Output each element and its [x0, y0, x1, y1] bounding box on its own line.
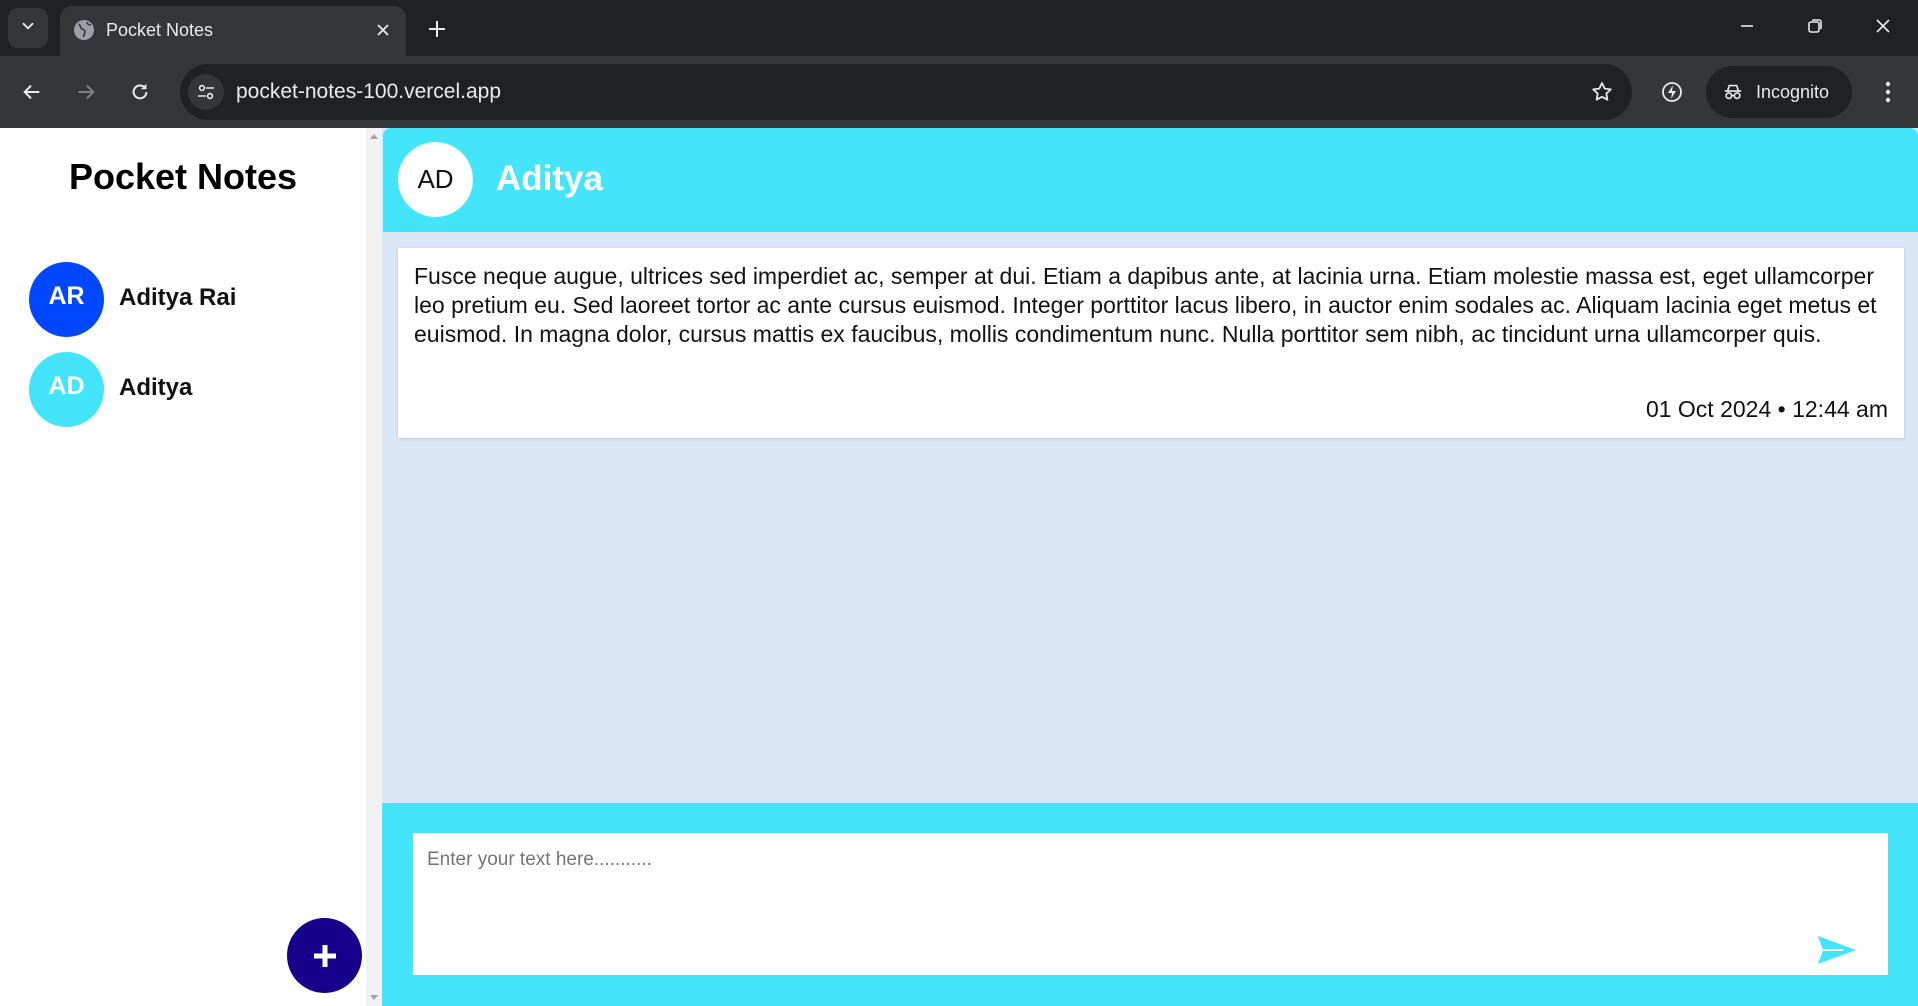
- browser-tab[interactable]: Pocket Notes: [60, 6, 406, 56]
- incognito-icon: [1724, 84, 1742, 100]
- browser-menu-button[interactable]: [1868, 72, 1908, 112]
- group-item-aditya-rai[interactable]: AR Aditya Rai: [0, 254, 366, 342]
- restore-button[interactable]: [1782, 0, 1848, 52]
- close-icon: [377, 24, 389, 36]
- sidebar-scrollbar[interactable]: [366, 128, 382, 1006]
- plus-icon: [429, 21, 445, 37]
- send-button[interactable]: [1814, 931, 1860, 969]
- group-name: Aditya Rai: [119, 284, 237, 311]
- minimize-button[interactable]: [1714, 0, 1780, 52]
- extension-button[interactable]: [1652, 72, 1692, 112]
- chevron-down-icon: [19, 17, 37, 40]
- new-tab-button[interactable]: [420, 12, 454, 46]
- back-button[interactable]: [12, 72, 52, 112]
- browser-toolbar: pocket-notes-100.vercel.app Incognito: [0, 56, 1918, 128]
- tab-close-button[interactable]: [370, 17, 396, 43]
- forward-button[interactable]: [66, 72, 106, 112]
- lightning-icon: [1662, 82, 1682, 102]
- note-date: 01 Oct 2024: [1645, 396, 1772, 422]
- note-card: Fusce neque augue, ultrices sed imperdie…: [398, 248, 1904, 438]
- note-separator: •: [1777, 396, 1786, 422]
- pocket-notes-app: Pocket Notes AR Aditya Rai AD Aditya AD …: [0, 128, 1918, 1006]
- sidebar: Pocket Notes AR Aditya Rai AD Aditya: [0, 128, 366, 1006]
- tab-search-button[interactable]: [8, 8, 48, 48]
- active-group-avatar: AD: [398, 142, 473, 217]
- close-window-button[interactable]: [1850, 0, 1916, 52]
- scroll-down-arrow-icon[interactable]: [370, 995, 378, 1000]
- more-vert-icon: [1885, 81, 1891, 103]
- group-avatar: AD: [29, 352, 104, 427]
- note-input[interactable]: [413, 833, 1888, 975]
- url-text: pocket-notes-100.vercel.app: [236, 80, 501, 103]
- note-composer: [382, 803, 1918, 1006]
- app-title: Pocket Notes: [68, 156, 298, 197]
- address-bar[interactable]: pocket-notes-100.vercel.app: [180, 64, 1632, 120]
- note-timestamp: 01 Oct 2024 • 12:44 am: [1646, 396, 1888, 423]
- note-text: Fusce neque augue, ultrices sed imperdie…: [414, 263, 1877, 347]
- reload-button[interactable]: [120, 72, 160, 112]
- note-time: 12:44 am: [1792, 396, 1888, 422]
- notes-panel: AD Aditya Fusce neque augue, ultrices se…: [382, 128, 1918, 1006]
- restore-icon: [1808, 19, 1822, 33]
- tune-icon: [198, 84, 214, 100]
- bookmark-button[interactable]: [1588, 78, 1616, 106]
- star-icon: [1592, 82, 1612, 101]
- plus-icon: [313, 944, 336, 967]
- globe-icon: [72, 18, 96, 42]
- send-icon: [1818, 936, 1856, 964]
- arrow-right-icon: [78, 84, 95, 100]
- notes-header: AD Aditya: [383, 128, 1918, 232]
- incognito-label: Incognito: [1756, 81, 1830, 102]
- group-item-aditya[interactable]: AD Aditya: [0, 344, 366, 432]
- add-group-button[interactable]: [287, 918, 362, 993]
- minimize-icon: [1741, 25, 1753, 27]
- site-info-button[interactable]: [188, 74, 224, 110]
- browser-tab-bar: Pocket Notes: [0, 0, 1918, 56]
- close-icon: [1876, 19, 1890, 33]
- arrow-left-icon: [23, 84, 40, 100]
- tab-title: Pocket Notes: [106, 20, 214, 40]
- group-avatar: AR: [29, 262, 104, 337]
- group-name: Aditya: [119, 374, 193, 401]
- incognito-badge[interactable]: Incognito: [1706, 66, 1852, 118]
- scroll-up-arrow-icon[interactable]: [370, 134, 378, 139]
- reload-icon: [132, 83, 148, 100]
- active-group-title: Aditya: [496, 159, 603, 198]
